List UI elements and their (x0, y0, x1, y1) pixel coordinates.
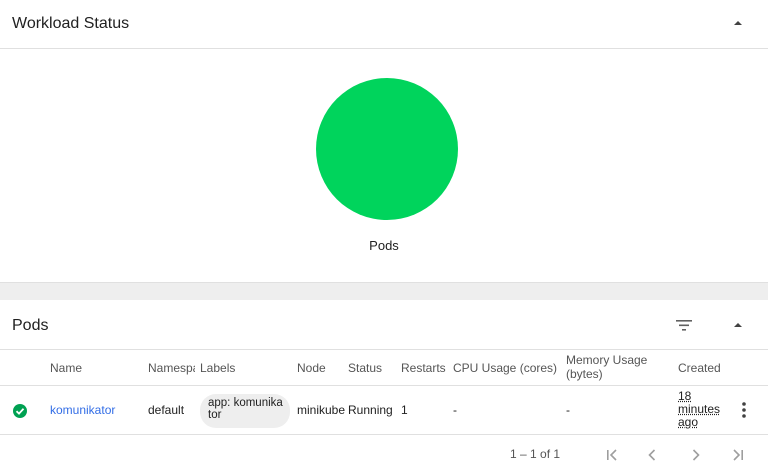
pod-memory-usage: - (566, 403, 570, 417)
table-header-row: Name Namespace Labels Node Status Restar… (0, 350, 768, 386)
workload-status-card: Workload Status Pods (0, 0, 768, 283)
next-page-icon[interactable] (686, 445, 706, 465)
pods-pie-chart (316, 78, 458, 220)
pod-name-link[interactable]: komunikator (50, 403, 142, 417)
column-header-namespace[interactable]: Namespace (148, 361, 195, 375)
pagination-range: 1 – 1 of 1 (510, 447, 561, 461)
pods-header: Pods (0, 300, 768, 350)
workload-status-title: Workload Status (12, 15, 130, 32)
column-header-created[interactable]: Created (678, 361, 738, 375)
filter-icon[interactable] (674, 316, 694, 334)
chevron-up-icon[interactable] (730, 15, 746, 31)
pagination: 1 – 1 of 1 (0, 437, 768, 472)
last-page-icon[interactable] (728, 445, 748, 465)
pod-node: minikube (297, 403, 346, 417)
column-header-status[interactable]: Status (348, 361, 398, 375)
workload-status-header[interactable]: Workload Status (0, 0, 768, 49)
pie-label: Pods (369, 238, 399, 253)
prev-page-icon[interactable] (642, 445, 662, 465)
pie-slice-running (316, 78, 458, 220)
column-header-restarts[interactable]: Restarts (401, 361, 451, 375)
pods-card: Pods Name Namespace Labels Node Status R… (0, 300, 768, 472)
pod-created: 18 minutes ago (678, 389, 721, 429)
more-vert-icon[interactable] (736, 400, 752, 420)
column-header-node[interactable]: Node (297, 361, 341, 375)
column-header-cpu: CPU Usage (cores) (453, 361, 558, 375)
pod-restarts: 1 (401, 403, 408, 417)
pod-status: Running (348, 403, 393, 417)
label-chip-text: app: komunikator (208, 397, 283, 421)
check-circle-icon (13, 404, 27, 418)
pod-cpu-usage: - (453, 403, 457, 417)
column-header-memory: Memory Usage (bytes) (566, 353, 648, 381)
pod-namespace: default (148, 403, 185, 417)
first-page-icon[interactable] (602, 445, 622, 465)
chevron-up-icon[interactable] (730, 317, 746, 333)
column-header-labels: Labels (200, 361, 236, 375)
column-header-name[interactable]: Name (50, 361, 140, 375)
label-chip: app: komunikator (200, 394, 290, 428)
table-row: komunikator default app: komunikator min… (0, 386, 768, 435)
pods-title: Pods (12, 317, 49, 334)
